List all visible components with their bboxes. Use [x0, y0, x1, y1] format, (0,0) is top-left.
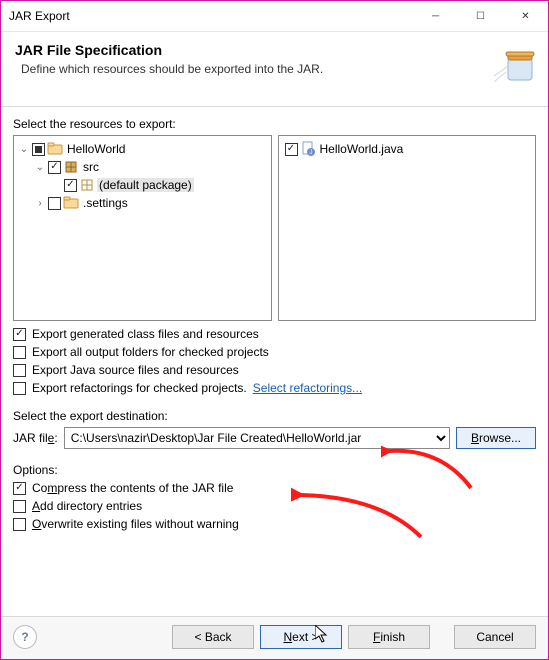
close-button[interactable]: ✕	[503, 1, 548, 31]
titlebar: JAR Export ─ ☐ ✕	[1, 1, 548, 32]
destination-row: JAR file: C:\Users\nazir\Desktop\Jar Fil…	[13, 427, 536, 449]
option-label: Export all output folders for checked pr…	[32, 345, 269, 359]
package-folder-icon	[63, 159, 79, 175]
option-export-class-files[interactable]: Export generated class files and resourc…	[13, 327, 536, 341]
resource-panels: ⌄ HelloWorld ⌄ src	[13, 135, 536, 321]
checkbox-file[interactable]	[285, 143, 298, 156]
checkbox-export-refactorings[interactable]	[13, 382, 26, 395]
window-title: JAR Export	[9, 9, 413, 23]
checkbox-compress[interactable]	[13, 482, 26, 495]
dialog-body: Select the resources to export: ⌄ HelloW…	[1, 107, 548, 616]
next-button[interactable]: Next >	[260, 625, 342, 649]
option-export-output-folders[interactable]: Export all output folders for checked pr…	[13, 345, 536, 359]
expander-icon[interactable]: ›	[34, 198, 46, 209]
jar-export-dialog: JAR Export ─ ☐ ✕ JAR File Specification …	[0, 0, 549, 660]
header-subtitle: Define which resources should be exporte…	[15, 62, 534, 76]
option-label: Add directory entries	[32, 499, 142, 513]
compress-options-group: Compress the contents of the JAR file Ad…	[13, 481, 536, 531]
checkbox-export-output-folders[interactable]	[13, 346, 26, 359]
file-item-helloworld-java[interactable]: J HelloWorld.java	[281, 140, 534, 158]
tree-label-src: src	[81, 160, 101, 174]
expander-icon[interactable]: ⌄	[18, 144, 30, 155]
option-label: Export Java source files and resources	[32, 363, 239, 377]
tree-label-default-package: (default package)	[97, 178, 194, 192]
header-title: JAR File Specification	[15, 42, 534, 58]
option-label: Export refactorings for checked projects…	[32, 381, 247, 395]
tree-item-settings[interactable]: › .settings	[16, 194, 269, 212]
checkbox-export-source[interactable]	[13, 364, 26, 377]
checkbox-export-class-files[interactable]	[13, 328, 26, 341]
minimize-button[interactable]: ─	[413, 1, 458, 31]
tree-label-settings: .settings	[81, 196, 130, 210]
option-label: Export generated class files and resourc…	[32, 327, 259, 341]
checkbox-settings[interactable]	[48, 197, 61, 210]
browse-button[interactable]: Browse...	[456, 427, 536, 449]
cancel-button[interactable]: Cancel	[454, 625, 536, 649]
expander-icon[interactable]: ⌄	[34, 162, 46, 173]
option-add-directory-entries[interactable]: Add directory entries	[13, 499, 536, 513]
jar-icon	[494, 40, 538, 84]
finish-button[interactable]: Finish	[348, 625, 430, 649]
file-label: HelloWorld.java	[318, 142, 406, 156]
maximize-button[interactable]: ☐	[458, 1, 503, 31]
export-options-group: Export generated class files and resourc…	[13, 327, 536, 395]
project-icon	[47, 141, 63, 157]
checkbox-project[interactable]	[32, 143, 45, 156]
destination-label: Select the export destination:	[13, 409, 536, 423]
option-export-refactorings[interactable]: Export refactorings for checked projects…	[13, 381, 536, 395]
jar-file-path-input[interactable]: C:\Users\nazir\Desktop\Jar File Created\…	[64, 427, 450, 449]
dialog-header: JAR File Specification Define which reso…	[1, 32, 548, 107]
java-file-icon: J	[300, 141, 316, 157]
checkbox-default-package[interactable]	[64, 179, 77, 192]
option-overwrite[interactable]: Overwrite existing files without warning	[13, 517, 536, 531]
project-tree[interactable]: ⌄ HelloWorld ⌄ src	[13, 135, 272, 321]
option-label: Compress the contents of the JAR file	[32, 481, 233, 495]
help-button[interactable]: ?	[13, 625, 37, 649]
tree-item-default-package[interactable]: (default package)	[16, 176, 269, 194]
jar-file-field-label: JAR file:	[13, 431, 58, 445]
options-label: Options:	[13, 463, 536, 477]
back-button[interactable]: < Back	[172, 625, 254, 649]
tree-item-project[interactable]: ⌄ HelloWorld	[16, 140, 269, 158]
select-refactorings-link[interactable]: Select refactorings...	[253, 381, 362, 395]
checkbox-add-directory-entries[interactable]	[13, 500, 26, 513]
svg-text:J: J	[309, 150, 312, 156]
folder-icon	[63, 195, 79, 211]
select-resources-label: Select the resources to export:	[13, 117, 536, 131]
file-list[interactable]: J HelloWorld.java	[278, 135, 537, 321]
option-compress[interactable]: Compress the contents of the JAR file	[13, 481, 536, 495]
option-export-source[interactable]: Export Java source files and resources	[13, 363, 536, 377]
checkbox-overwrite[interactable]	[13, 518, 26, 531]
option-label: Overwrite existing files without warning	[32, 517, 239, 531]
tree-label-project: HelloWorld	[65, 142, 127, 156]
checkbox-src[interactable]	[48, 161, 61, 174]
package-icon	[79, 177, 95, 193]
dialog-footer: ? < Back Next > Finish Cancel	[1, 616, 548, 659]
tree-item-src[interactable]: ⌄ src	[16, 158, 269, 176]
